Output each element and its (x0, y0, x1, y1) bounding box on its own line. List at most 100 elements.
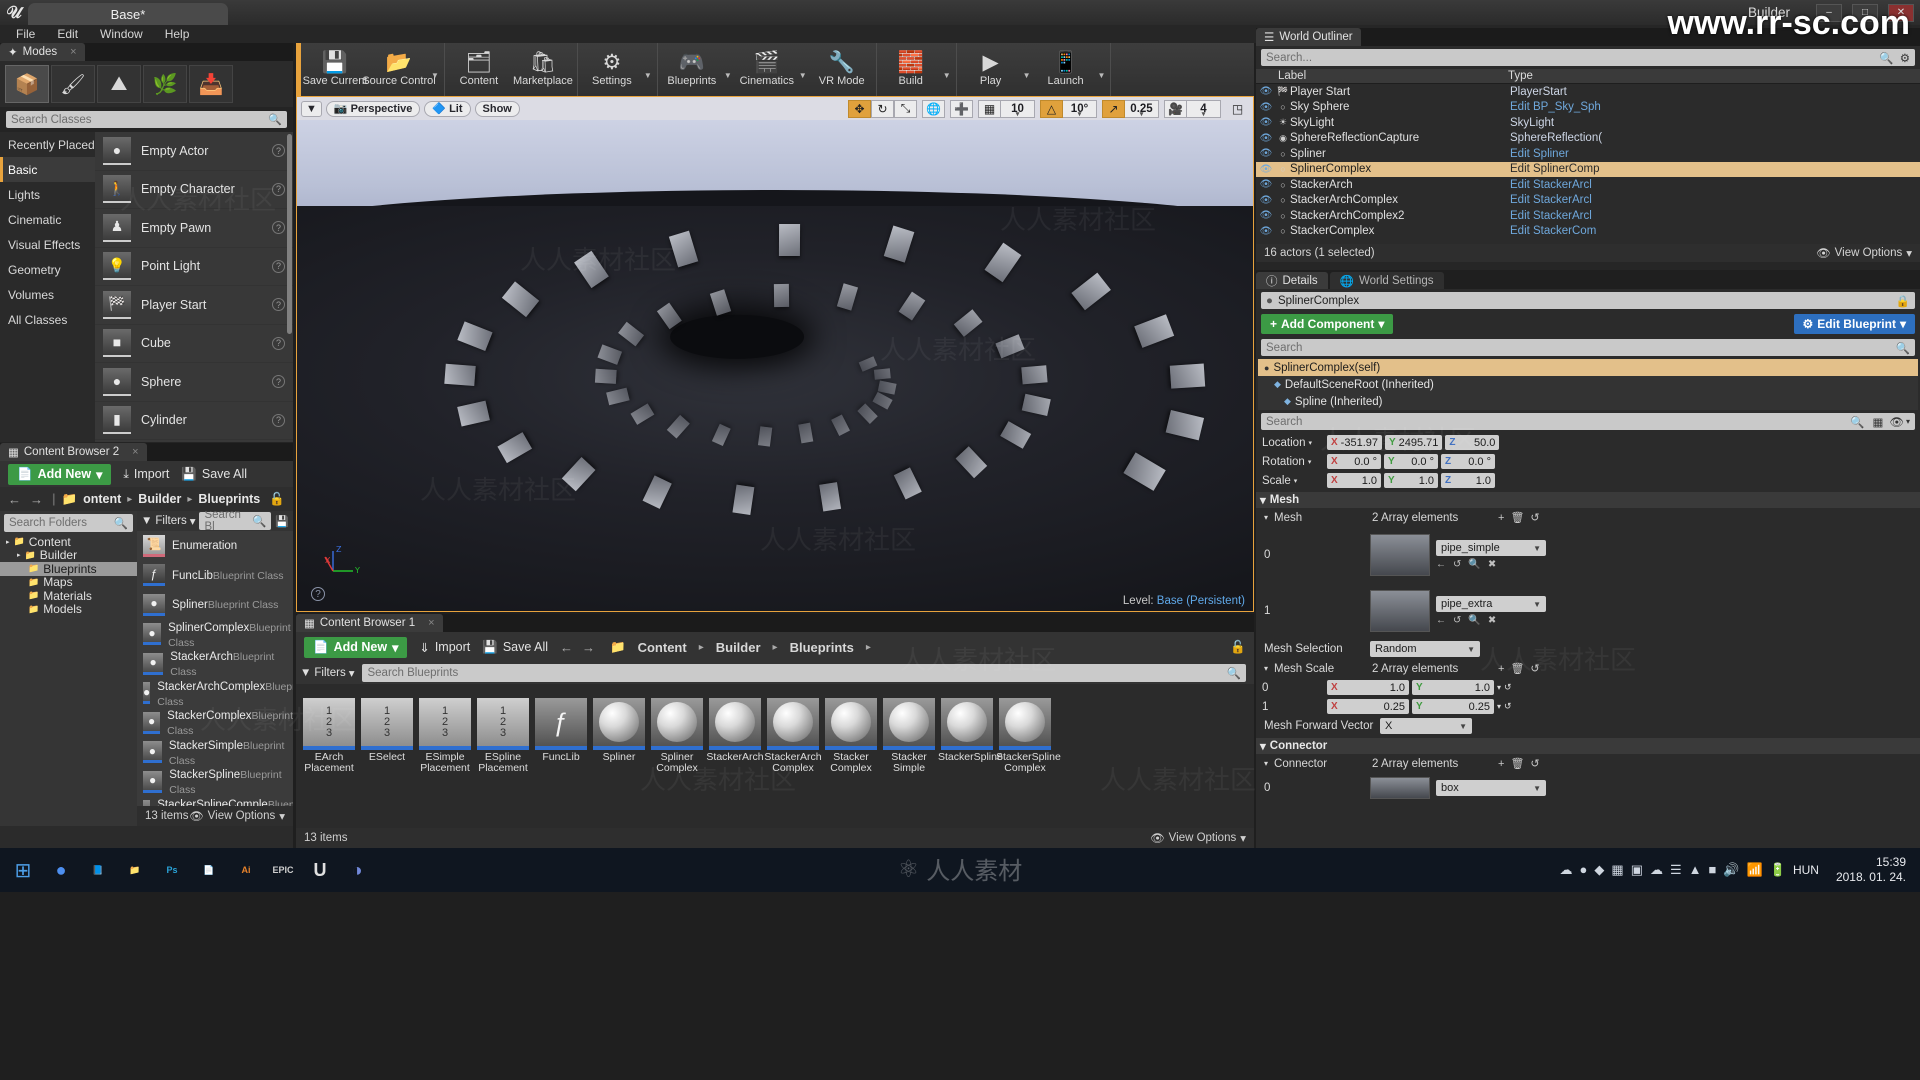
outliner-view-options-button[interactable]: 👁 View Options ▾ (1816, 246, 1912, 260)
cb1-asset-tile[interactable]: StackerArch Complex (764, 694, 822, 826)
camera-speed-icon[interactable]: 🎥 (1164, 99, 1187, 118)
eye-icon[interactable]: 👁 (1256, 148, 1276, 159)
taskbar-file-explorer[interactable]: 📁 (118, 853, 152, 887)
modes-category-lights[interactable]: Lights (0, 182, 95, 207)
tray-icon-7[interactable]: ▲ (1689, 862, 1702, 878)
taskbar-chrome[interactable]: ● (44, 853, 78, 887)
place-mode-icon[interactable]: 📦 (5, 65, 49, 103)
cb2-view-options-button[interactable]: 👁 View Options ▾ (189, 809, 285, 823)
taskbar-illustrator[interactable]: Ai (229, 853, 263, 887)
foliage-mode-icon[interactable]: 🌿 (143, 65, 187, 103)
array-reset-icon[interactable]: ↺ (1530, 757, 1539, 770)
outliner-row[interactable]: 👁 ◉ SphereReflectionCapture SphereReflectio… (1256, 131, 1920, 147)
tray-icon-4[interactable]: ▣ (1631, 862, 1643, 878)
grid-snap-value[interactable]: 10 ▾ (1001, 99, 1035, 118)
mesh-browse-icon[interactable]: 🔍 (1468, 615, 1480, 626)
tray-icon-6[interactable]: ☰ (1670, 862, 1682, 878)
actor-help-icon[interactable]: ? (272, 259, 285, 273)
placeable-actor-row[interactable]: ▮ Cylinder? (95, 402, 293, 440)
eye-icon[interactable]: 👁 (1256, 133, 1276, 144)
array-reset-icon[interactable]: ↺ (1504, 682, 1512, 693)
eye-icon[interactable]: 👁 (1256, 117, 1276, 128)
tab-details[interactable]: ⓘ Details (1256, 272, 1328, 289)
cb1-asset-tile[interactable]: StackerSpline (938, 694, 1003, 826)
array-add-icon[interactable]: + (1498, 663, 1504, 675)
folder-content[interactable]: ▸ 📁 Content (0, 535, 137, 549)
modes-tab-close-icon[interactable]: × (70, 46, 76, 58)
cb1-back-icon[interactable]: ← (560, 640, 576, 655)
transform-rotation-x[interactable]: X 0.0 ° (1327, 454, 1381, 469)
taskbar-unreal-editor[interactable]: U (303, 853, 337, 887)
outliner-row-type[interactable]: Edit StackerArcl (1510, 179, 1660, 191)
cb1-search-input[interactable]: Search Blueprints 🔍 (362, 664, 1246, 682)
mesh-scale-y[interactable]: Y 0.25 (1412, 699, 1494, 714)
cb1-asset-tile[interactable]: Spliner (590, 694, 648, 826)
cb2-filters-button[interactable]: ▼ Filters ▾ (141, 514, 195, 528)
toolbar-content-button[interactable]: 🗂 Content (447, 45, 511, 94)
viewport-options-menu[interactable]: ▼ (301, 100, 322, 117)
cb2-forward-icon[interactable]: → (30, 492, 46, 507)
outliner-row-type[interactable]: Edit SplinerComp (1510, 163, 1660, 175)
cb1-view-options-button[interactable]: 👁 View Options ▾ (1150, 831, 1246, 845)
cb2-asset-row[interactable]: ● StackerArchBlueprint Class (137, 649, 293, 679)
mesh-browse-icon[interactable]: 🔍 (1468, 559, 1480, 570)
mesh-reset-icon[interactable]: ↺ (1453, 559, 1461, 570)
toolbar-source-control-button[interactable]: 📂 Source Control (362, 45, 435, 94)
component-search-input[interactable]: Search 🔍 (1261, 339, 1915, 356)
translate-mode-icon[interactable]: ✥ (848, 99, 871, 118)
eye-icon[interactable]: 👁 (1256, 210, 1276, 221)
add-component-button[interactable]: + Add Component ▾ (1261, 314, 1394, 334)
actor-help-icon[interactable]: ? (272, 182, 285, 196)
cb1-crumb-blueprints[interactable]: Blueprints (790, 640, 854, 655)
eye-icon[interactable]: 👁 (1256, 179, 1276, 190)
transform-scale-x[interactable]: X 1.0 (1327, 473, 1381, 488)
menu-file[interactable]: File (6, 25, 45, 43)
outliner-row[interactable]: 👁 ○ StackerArchComplex Edit StackerArcl (1256, 193, 1920, 209)
cb1-asset-tile[interactable]: StackerArch (706, 694, 764, 826)
tray-icon-0[interactable]: ☁ (1560, 862, 1573, 878)
language-indicator[interactable]: HUN (1793, 863, 1823, 877)
toolbar-save-current-button[interactable]: 💾 Save Current (303, 45, 368, 94)
outliner-row[interactable]: 👁 🏁 Player Start PlayerStart (1256, 84, 1920, 100)
chevron-down-icon[interactable]: ▾ (1308, 439, 1312, 447)
chevron-down-icon[interactable]: ▼ (431, 71, 442, 96)
tab-world-outliner[interactable]: ☰ World Outliner (1256, 28, 1361, 46)
toolbar-cinematics-button[interactable]: 🎬 Cinematics (735, 45, 799, 94)
outliner-row[interactable]: 👁 ○ StackerArch Edit StackerArcl (1256, 177, 1920, 193)
outliner-col-type[interactable]: Type (1508, 70, 1533, 82)
cb1-forward-icon[interactable]: → (582, 640, 598, 655)
cb2-save-all-button[interactable]: 💾 Save All (181, 467, 247, 482)
transform-rotation-z[interactable]: Z 0.0 ° (1441, 454, 1495, 469)
gear-icon[interactable]: ⚙ (1900, 51, 1910, 65)
outliner-row-type[interactable]: Edit Spliner (1510, 148, 1660, 160)
landscape-mode-icon[interactable]: ⛰ (97, 65, 141, 103)
modes-category-visual-effects[interactable]: Visual Effects (0, 232, 95, 257)
level-viewport[interactable]: ▼ 📷 Perspective 🔷 Lit Show ✥ ↻ ⤡ 🌐 ➕ ▦ 1… (296, 96, 1254, 612)
actor-help-icon[interactable]: ? (272, 298, 285, 312)
transform-location-x[interactable]: X -351.97 (1327, 435, 1382, 450)
mesh-scale-x[interactable]: X 1.0 (1327, 680, 1409, 695)
chevron-down-icon[interactable]: ▾ (1497, 683, 1501, 692)
cb2-import-button[interactable]: ⤓ Import (123, 467, 169, 482)
toolbar-marketplace-button[interactable]: 🛍 Marketplace (511, 45, 575, 94)
array-reset-icon[interactable]: ↺ (1530, 662, 1539, 675)
edit-blueprint-button[interactable]: ⚙ Edit Blueprint ▾ (1793, 314, 1915, 334)
cb1-add-new-button[interactable]: 📄 Add New ▾ (304, 636, 408, 658)
cb1-asset-tile[interactable]: Spliner Complex (648, 694, 706, 826)
actor-help-icon[interactable]: ? (272, 375, 285, 389)
toolbar-vr-mode-button[interactable]: 🔧 VR Mode (810, 45, 874, 94)
cb1-asset-tile[interactable]: StackerSpline Complex (996, 694, 1061, 826)
tray-icon-10[interactable]: 📶 (1747, 862, 1763, 878)
modes-category-recently-placed[interactable]: Recently Placed (0, 132, 95, 157)
tray-icon-8[interactable]: ■ (1709, 862, 1717, 878)
expand-arrow-icon[interactable]: ▸ (6, 538, 10, 546)
tab-content-browser-2[interactable]: ▦ Content Browser 2 × (0, 443, 147, 461)
cb2-asset-row[interactable]: ● StackerSplineBlueprint Class (137, 767, 293, 797)
modes-category-geometry[interactable]: Geometry (0, 257, 95, 282)
folder-maps[interactable]: 📁 Maps (0, 575, 137, 589)
array-reset-icon[interactable]: ↺ (1530, 511, 1539, 524)
cb2-asset-row[interactable]: 📜 Enumeration (137, 531, 293, 561)
cb2-asset-row[interactable]: ● StackerSimpleBlueprint Class (137, 738, 293, 768)
property-search-input[interactable]: Search 🔍 ▦ 👁 ▾ (1261, 413, 1915, 430)
placeable-actor-row[interactable]: ● Sphere? (95, 363, 293, 402)
